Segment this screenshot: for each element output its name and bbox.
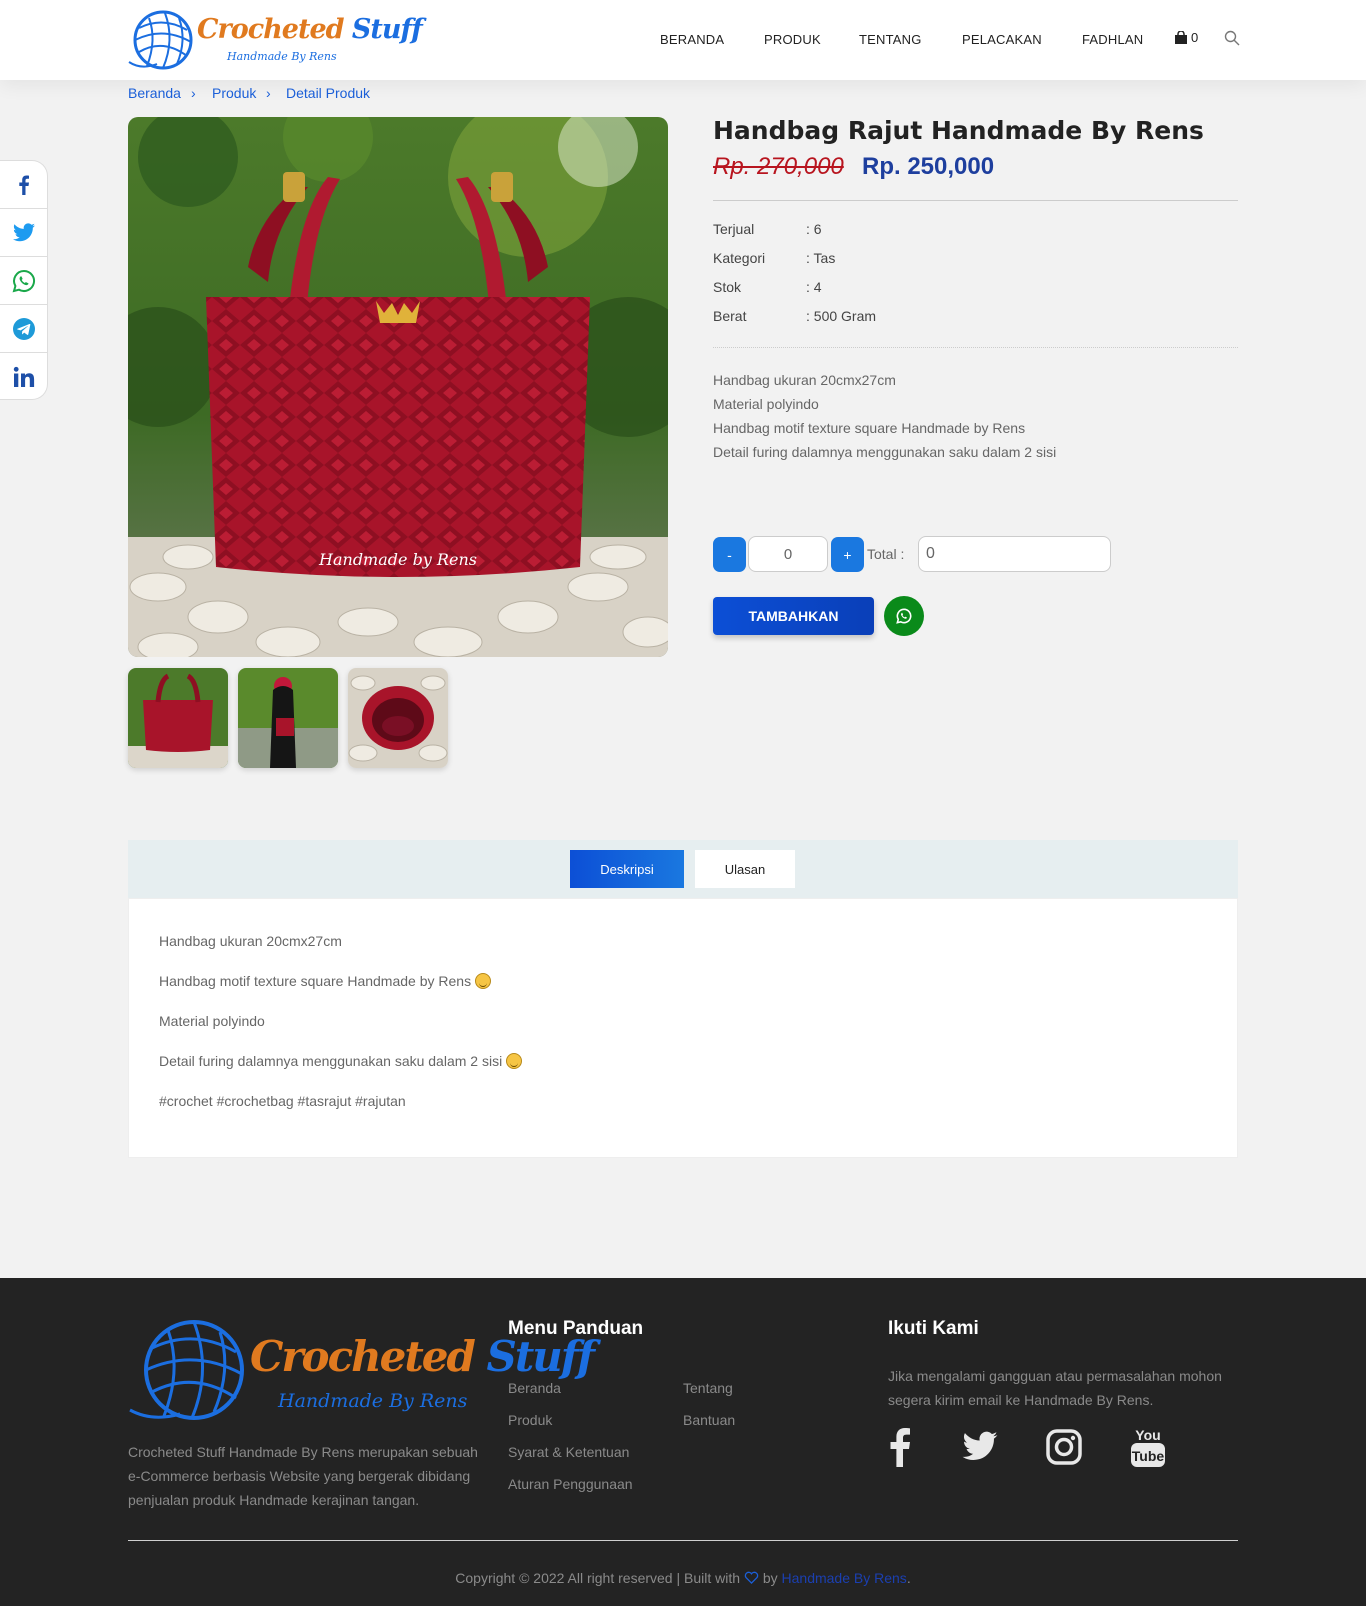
- share-telegram[interactable]: [0, 305, 47, 353]
- youtube-icon: You Tube: [1131, 1427, 1165, 1467]
- whatsapp-icon: [896, 608, 912, 624]
- spec-value-kategori: : Tas: [806, 250, 836, 266]
- heart-icon: [744, 1571, 759, 1584]
- share-facebook[interactable]: [0, 161, 47, 209]
- add-to-cart-button[interactable]: TAMBAHKAN: [713, 597, 874, 635]
- copyright-text: Copyright © 2022 All right reserved | Bu…: [455, 1570, 911, 1586]
- nav-produk[interactable]: PRODUK: [764, 32, 821, 47]
- qty-increase-button[interactable]: +: [831, 537, 864, 572]
- copyright-brand-link[interactable]: Handmade By Rens: [782, 1570, 907, 1586]
- footer-divider: [128, 1540, 1238, 1541]
- spec-divider: [713, 347, 1238, 348]
- product-title: Handbag Rajut Handmade By Rens: [713, 116, 1204, 145]
- shopping-bag-icon: [1175, 31, 1187, 44]
- nav-beranda[interactable]: BERANDA: [660, 32, 724, 47]
- description-line: Detail furing dalamnya menggunakan saku …: [159, 1053, 523, 1069]
- nav-pelacakan[interactable]: PELACAKAN: [962, 32, 1042, 47]
- spec-value-stok: : 4: [806, 279, 822, 295]
- total-label: Total :: [867, 546, 905, 562]
- site-header: Crocheted Stuff Handmade By Rens BERANDA…: [0, 0, 1366, 80]
- nav-fadhlan[interactable]: FADHLAN: [1082, 32, 1143, 47]
- qty-decrease-button[interactable]: -: [713, 537, 746, 572]
- site-logo[interactable]: Crocheted Stuff Handmade By Rens: [127, 8, 423, 72]
- whatsapp-order-button[interactable]: [884, 596, 924, 636]
- description-line: Material polyindo: [159, 1013, 265, 1029]
- short-desc-line: Handbag motif texture square Handmade by…: [713, 420, 1026, 436]
- tab-ulasan[interactable]: Ulasan: [695, 850, 795, 888]
- breadcrumb-detail-produk[interactable]: Detail Produk: [286, 85, 370, 101]
- twitter-icon: [12, 222, 35, 241]
- description-line: Handbag motif texture square Handmade by…: [159, 973, 492, 989]
- footer-about-text: Crocheted Stuff Handmade By Rens merupak…: [128, 1444, 478, 1508]
- footer-menu-title: Menu Panduan: [508, 1318, 644, 1339]
- footer-youtube-link[interactable]: You Tube: [1128, 1424, 1168, 1470]
- spec-label-kategori: Kategori: [713, 250, 766, 266]
- chevron-right-icon: ›: [191, 85, 196, 101]
- footer-logo[interactable]: Crocheted Stuff Handmade By Rens: [128, 1318, 595, 1428]
- tab-deskripsi[interactable]: Deskripsi: [570, 850, 684, 888]
- cart-button[interactable]: 0: [1174, 30, 1198, 45]
- footer-follow-text: Jika mengalami gangguan atau permasalaha…: [888, 1368, 1222, 1408]
- thumbnail-2[interactable]: [238, 668, 338, 768]
- svg-text:You: You: [1135, 1427, 1160, 1443]
- yarn-ball-icon: [128, 10, 193, 70]
- breadcrumb-produk[interactable]: Produk: [212, 85, 256, 101]
- facebook-icon: [18, 175, 29, 195]
- tab-panel-deskripsi: Handbag ukuran 20cmx27cm Handbag motif t…: [128, 898, 1238, 1158]
- thumbnail-3[interactable]: [348, 668, 448, 768]
- breadcrumb-beranda[interactable]: Beranda: [128, 85, 181, 101]
- spec-value-berat: : 500 Gram: [806, 308, 877, 324]
- share-bar: [0, 160, 48, 400]
- total-field[interactable]: 0: [918, 536, 1111, 572]
- logo-subtitle: Handmade By Rens: [227, 50, 337, 63]
- nav-tentang[interactable]: TENTANG: [859, 32, 922, 47]
- chevron-right-icon: ›: [266, 85, 271, 101]
- short-desc-line: Handbag ukuran 20cmx27cm: [713, 372, 896, 388]
- share-linkedin[interactable]: [0, 353, 47, 401]
- product-price: Rp. 250,000: [862, 153, 995, 180]
- description-hashtags: #crochet #crochetbag #tasrajut #rajutan: [159, 1093, 406, 1109]
- footer-facebook-link[interactable]: [884, 1424, 916, 1470]
- spec-value-terjual: : 6: [806, 221, 822, 237]
- footer-link-tentang[interactable]: Tentang: [683, 1380, 733, 1396]
- product-old-price: Rp. 270,000: [713, 153, 844, 180]
- yarn-ball-icon: [129, 1320, 244, 1420]
- smiley-emoji-icon: [475, 973, 492, 989]
- tab-bar: Deskripsi Ulasan: [128, 840, 1238, 898]
- share-whatsapp[interactable]: [0, 257, 47, 305]
- twitter-icon: [962, 1431, 998, 1460]
- spec-label-stok: Stok: [713, 279, 742, 295]
- share-twitter[interactable]: [0, 209, 47, 257]
- instagram-icon: [1046, 1429, 1082, 1465]
- footer-link-produk[interactable]: Produk: [508, 1412, 552, 1428]
- telegram-icon: [12, 317, 35, 340]
- footer-link-bantuan[interactable]: Bantuan: [683, 1412, 735, 1428]
- short-desc-line: Material polyindo: [713, 396, 819, 412]
- search-icon[interactable]: [1224, 30, 1240, 46]
- thumbnail-1[interactable]: [128, 668, 228, 768]
- short-desc-line: Detail furing dalamnya menggunakan saku …: [713, 444, 1057, 460]
- whatsapp-icon: [12, 269, 35, 292]
- site-footer: Crocheted Stuff Handmade By Rens Crochet…: [0, 1278, 1366, 1606]
- footer-twitter-link[interactable]: [958, 1424, 1002, 1470]
- svg-text:Tube: Tube: [1132, 1448, 1165, 1464]
- footer-instagram-link[interactable]: [1044, 1424, 1084, 1470]
- cart-count: 0: [1191, 30, 1199, 45]
- image-watermark: Handmade by Rens: [318, 550, 477, 569]
- qty-input[interactable]: 0: [748, 536, 828, 572]
- footer-link-syarat[interactable]: Syarat & Ketentuan: [508, 1444, 629, 1460]
- linkedin-icon: [13, 366, 34, 387]
- product-main-image[interactable]: Handmade by Rens: [128, 117, 668, 657]
- footer-logo-subtitle: Handmade By Rens: [278, 1390, 468, 1412]
- logo-title: Crocheted Stuff: [197, 14, 423, 45]
- footer-follow-title: Ikuti Kami: [888, 1318, 979, 1339]
- spec-label-terjual: Terjual: [713, 221, 755, 237]
- footer-link-aturan[interactable]: Aturan Penggunaan: [508, 1476, 633, 1492]
- description-line: Handbag ukuran 20cmx27cm: [159, 933, 342, 949]
- price-divider: [713, 200, 1238, 201]
- smiley-emoji-icon: [506, 1053, 523, 1069]
- footer-link-beranda[interactable]: Beranda: [508, 1380, 561, 1396]
- facebook-icon: [890, 1428, 910, 1467]
- spec-label-berat: Berat: [713, 308, 747, 324]
